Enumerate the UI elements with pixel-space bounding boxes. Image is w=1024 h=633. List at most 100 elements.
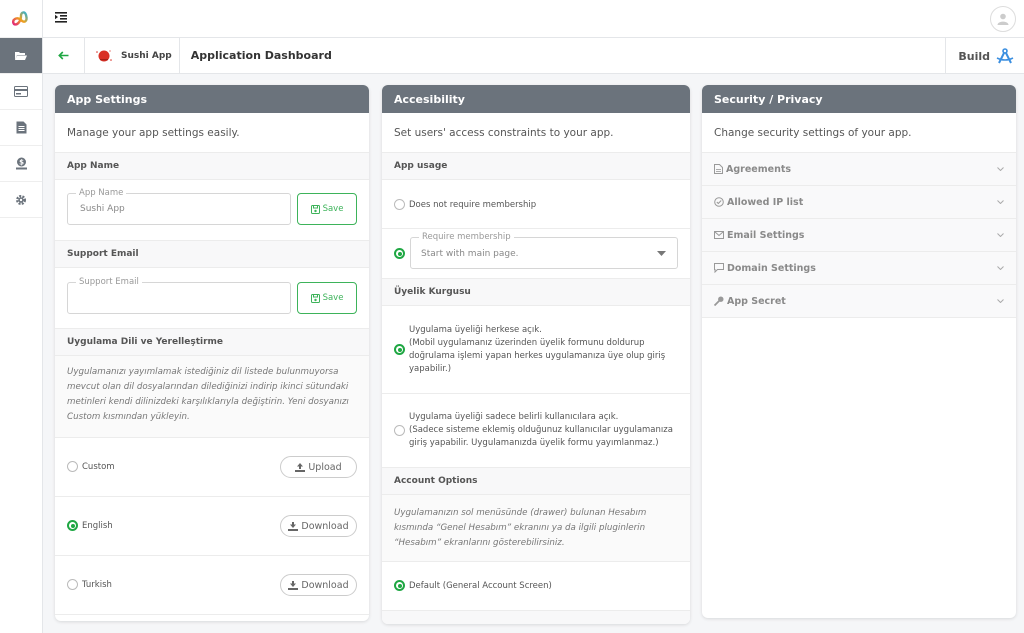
- key-icon: [714, 296, 724, 306]
- chevron-down-icon: [997, 233, 1004, 237]
- comment-icon: [714, 263, 724, 273]
- accordion-agreements[interactable]: Agreements: [702, 153, 1016, 186]
- require-membership-legend: Require membership: [419, 232, 514, 242]
- require-membership-radio[interactable]: [394, 248, 405, 259]
- no-membership-row: Does not require membership: [382, 180, 690, 229]
- language-radio-custom[interactable]: [67, 461, 78, 472]
- card-description: Manage your app settings easily.: [55, 113, 369, 153]
- rail-item-projects[interactable]: [0, 38, 42, 74]
- app-name-legend: App Name: [76, 188, 127, 198]
- account-note: Uygulamanızın sol menüsünde (drawer) bul…: [382, 495, 690, 562]
- membership-restricted-radio[interactable]: [394, 425, 405, 436]
- language-row-turkish: Turkish Download: [55, 556, 369, 615]
- upload-icon: [295, 462, 306, 472]
- security-card: Security / Privacy Change security setti…: [702, 85, 1016, 618]
- download-label: Download: [301, 520, 349, 532]
- download-english-button[interactable]: Download: [280, 515, 357, 537]
- language-radio-turkish[interactable]: [67, 579, 78, 590]
- accordion-label: App Secret: [727, 295, 786, 307]
- language-row-english: English Download: [55, 497, 369, 556]
- floppy-disk-icon: [310, 204, 320, 214]
- chevron-down-icon: [997, 200, 1004, 204]
- chevron-down-icon: [997, 266, 1004, 270]
- section-title: Uygulama Dili ve Yerelleştirme: [55, 329, 369, 356]
- gear-icon: [16, 194, 26, 205]
- option-line: Uygulama üyeliği sadece belirli kullanıc…: [409, 412, 619, 422]
- user-avatar[interactable]: [990, 6, 1016, 32]
- user-icon: [997, 13, 1009, 25]
- membership-restricted-row: Uygulama üyeliği sadece belirli kullanıc…: [382, 394, 690, 468]
- no-membership-radio[interactable]: [394, 199, 405, 210]
- app-logo: [93, 44, 115, 67]
- require-membership-value: Start with main page.: [421, 249, 519, 259]
- accordion-app-secret[interactable]: App Secret: [702, 285, 1016, 318]
- top-bar: [43, 0, 1024, 38]
- membership-open-row: Uygulama üyeliği herkese açık. (Mobil uy…: [382, 306, 690, 394]
- card-header: Accesibility: [382, 85, 690, 113]
- accordion-label: Agreements: [726, 163, 792, 175]
- chevron-down-icon: [997, 167, 1004, 171]
- account-next-row: [382, 611, 690, 624]
- rail-item-documents[interactable]: [0, 110, 42, 146]
- sushi-logo-icon: [96, 49, 112, 61]
- upload-label: Upload: [308, 461, 342, 473]
- section-title: Support Email: [55, 241, 369, 268]
- section-title: Üyelik Kurgusu: [382, 279, 690, 306]
- save-app-name-button[interactable]: Save: [297, 193, 357, 225]
- back-button[interactable]: [43, 37, 85, 74]
- account-default-radio[interactable]: [394, 580, 405, 591]
- accordion-email-settings[interactable]: Email Settings: [702, 219, 1016, 252]
- caret-down-icon: [657, 251, 666, 256]
- accordion-allowed-ip[interactable]: Allowed IP list: [702, 186, 1016, 219]
- localization-note: Uygulamanızı yayımlamak istediğiniz dil …: [55, 356, 369, 438]
- app-chip[interactable]: Sushi App: [85, 37, 180, 74]
- app-name: Sushi App: [121, 50, 172, 61]
- menu-toggle-button[interactable]: [55, 12, 69, 26]
- membership-open-radio[interactable]: [394, 344, 405, 355]
- membership-open-text: Uygulama üyeliği herkese açık. (Mobil uy…: [409, 324, 665, 376]
- accordion-label: Domain Settings: [727, 262, 816, 274]
- brand-logo[interactable]: [0, 0, 42, 38]
- save-label: Save: [322, 204, 344, 214]
- check-circle-icon: [714, 197, 724, 207]
- app-name-row: App Name Sushi App Save: [55, 180, 369, 241]
- option-line: Uygulama üyeliği herkese açık.: [409, 325, 542, 335]
- language-row-custom: Custom Upload: [55, 438, 369, 497]
- language-label: Custom: [82, 461, 115, 472]
- accordion-domain-settings[interactable]: Domain Settings: [702, 252, 1016, 285]
- support-email-field[interactable]: Support Email: [67, 277, 291, 314]
- money-icon: $: [15, 157, 27, 170]
- option-line: giriş yapabilir. Uygulamanızda üyelik fo…: [409, 438, 659, 448]
- option-line: (Sadece sisteme eklemiş olduğunuz kullan…: [409, 425, 673, 435]
- rail-item-settings[interactable]: [0, 182, 42, 218]
- app-name-field[interactable]: App Name Sushi App: [67, 188, 291, 225]
- page-title: Application Dashboard: [190, 49, 332, 62]
- breadcrumb-bar: Sushi App Application Dashboard Build: [43, 37, 1024, 74]
- language-radio-english[interactable]: [67, 520, 78, 531]
- download-label: Download: [301, 579, 349, 591]
- left-rail: $: [0, 0, 43, 633]
- option-line: yapabilir.): [409, 364, 452, 374]
- build-button[interactable]: Build: [945, 38, 1024, 74]
- chevron-down-icon: [997, 299, 1004, 303]
- card-header: App Settings: [55, 85, 369, 113]
- build-label: Build: [958, 49, 990, 63]
- accordion-label: Allowed IP list: [727, 196, 804, 208]
- save-support-email-button[interactable]: Save: [297, 282, 357, 314]
- section-title: App Name: [55, 153, 369, 180]
- rail-item-payments[interactable]: $: [0, 146, 42, 182]
- indent-icon: [55, 12, 67, 23]
- compass-drafting-icon: [996, 48, 1014, 64]
- app-name-input[interactable]: Sushi App: [80, 204, 125, 214]
- upload-button[interactable]: Upload: [280, 456, 357, 478]
- arrow-left-icon: [58, 51, 69, 60]
- option-line: (Mobil uygulamanız üzerinden üyelik form…: [409, 338, 645, 348]
- envelope-icon: [714, 231, 724, 239]
- rail-item-billing[interactable]: [0, 74, 42, 110]
- membership-restricted-text: Uygulama üyeliği sadece belirli kullanıc…: [409, 411, 673, 450]
- card-description: Change security settings of your app.: [702, 113, 1016, 153]
- svg-text:$: $: [19, 159, 24, 167]
- download-turkish-button[interactable]: Download: [280, 574, 357, 596]
- require-membership-select[interactable]: Require membership Start with main page.: [410, 232, 678, 269]
- account-default-row: Default (General Account Screen): [382, 562, 690, 611]
